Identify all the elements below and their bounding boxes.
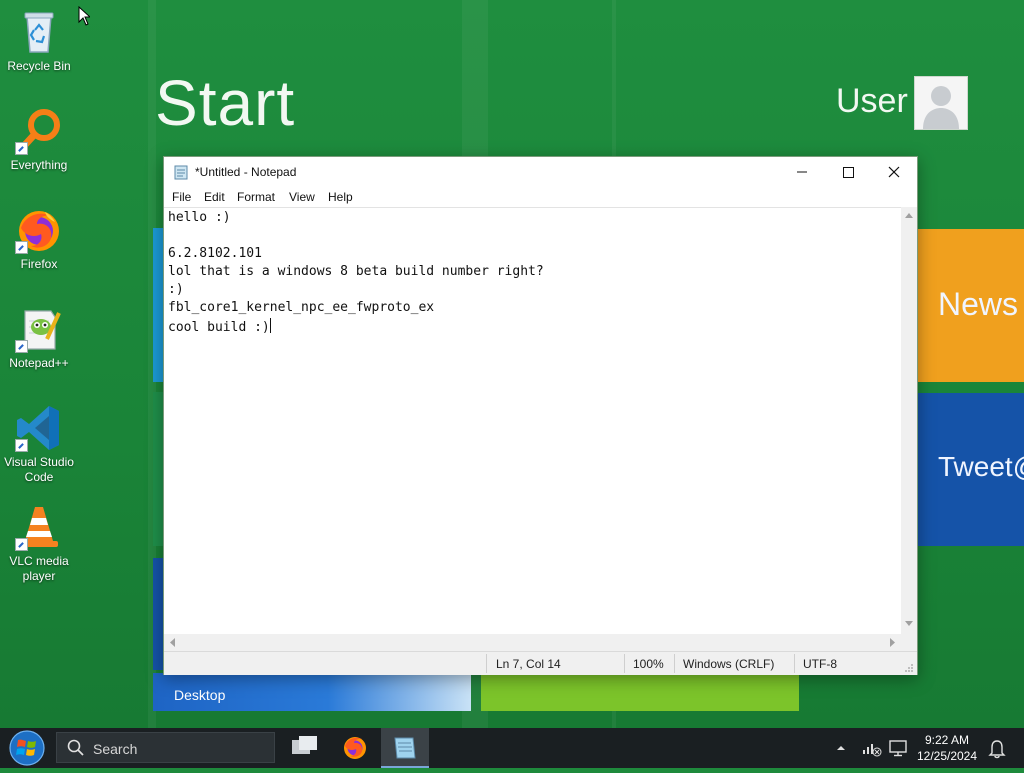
status-divider <box>794 654 795 673</box>
taskbar-firefox[interactable] <box>331 728 379 768</box>
search-box[interactable]: Search <box>56 732 275 763</box>
editor-line: hello :) <box>168 210 231 225</box>
status-zoom: 100% <box>633 657 664 671</box>
notepad-plus-plus-icon <box>15 305 63 353</box>
desktop-icon-label: Visual Studio Code <box>4 455 74 484</box>
search-placeholder: Search <box>93 741 138 757</box>
editor-line: :) <box>168 282 184 297</box>
text-editor-area[interactable]: hello :) 6.2.8102.101 lol that is a wind… <box>164 207 901 635</box>
chevron-up-icon <box>837 746 845 750</box>
desktop-icon-vscode[interactable]: Visual Studio Code <box>4 404 74 485</box>
maximize-icon <box>843 167 854 178</box>
menu-view[interactable]: View <box>289 190 315 204</box>
scroll-left-arrow-icon[interactable] <box>170 638 175 647</box>
status-divider <box>674 654 675 673</box>
minimize-icon <box>797 171 807 173</box>
taskbar-clock[interactable]: 9:22 AM 12/25/2024 <box>912 732 982 764</box>
bell-icon <box>988 740 1006 759</box>
tile-news[interactable]: News <box>916 229 1024 382</box>
desktop-icon-vlc[interactable]: VLC media player <box>4 503 74 584</box>
menu-file[interactable]: File <box>172 190 191 204</box>
editor-line-current: cool build :) <box>168 318 271 335</box>
shortcut-arrow-icon <box>15 340 28 353</box>
visual-studio-code-icon <box>15 404 63 452</box>
scroll-down-arrow-icon[interactable] <box>905 621 913 626</box>
monitor-icon <box>889 740 907 757</box>
start-button[interactable] <box>0 728 52 768</box>
shortcut-arrow-icon <box>15 538 28 551</box>
window-title: *Untitled - Notepad <box>195 165 297 179</box>
status-line-endings: Windows (CRLF) <box>683 657 775 671</box>
task-view-icon <box>292 736 317 754</box>
vertical-scrollbar[interactable] <box>901 207 917 634</box>
tile-desktop-label: Desktop <box>174 687 226 703</box>
menu-help[interactable]: Help <box>328 190 353 204</box>
text-caret <box>269 318 271 333</box>
tile-desktop[interactable]: Desktop <box>153 673 471 711</box>
desktop-icon-label: Everything <box>10 158 68 172</box>
desktop-icon-label: Notepad++ <box>9 356 69 370</box>
firefox-icon <box>15 206 63 254</box>
status-encoding: UTF-8 <box>803 657 837 671</box>
tile-news-label: News <box>938 286 1019 322</box>
clock-time: 9:22 AM <box>924 733 970 747</box>
desktop-icon-label: VLC media player <box>9 554 69 583</box>
resize-grip-icon[interactable] <box>904 662 914 672</box>
tile-tweet[interactable]: Tweet@ <box>916 393 1024 546</box>
task-view-button[interactable] <box>281 728 329 768</box>
user-name[interactable]: User <box>836 82 908 121</box>
desktop-icon-label: Firefox <box>20 257 58 271</box>
editor-line: 6.2.8102.101 <box>168 246 262 261</box>
desktop-icon-notepad-plus-plus[interactable]: Notepad++ <box>4 305 74 371</box>
notepad-app-icon <box>174 164 188 180</box>
horizontal-scrollbar[interactable] <box>164 634 901 651</box>
status-bar: Ln 7, Col 14 100% Windows (CRLF) UTF-8 <box>164 651 917 675</box>
start-title: Start <box>155 67 296 139</box>
notepad-window[interactable]: *Untitled - Notepad File Edit Format Vie… <box>163 156 918 675</box>
everything-search-icon <box>15 107 63 155</box>
network-disconnected-icon <box>863 744 882 757</box>
desktop-icon-everything[interactable]: Everything <box>4 107 74 173</box>
close-button[interactable] <box>871 157 917 187</box>
mouse-cursor-icon <box>78 5 92 26</box>
status-divider <box>624 654 625 673</box>
recycle-bin-icon <box>15 8 63 56</box>
tile-tweet-label: Tweet@ <box>938 451 1024 482</box>
taskbar-notepad[interactable] <box>381 728 429 768</box>
display-status-button[interactable] <box>886 728 910 768</box>
network-status-button[interactable] <box>858 728 884 768</box>
show-hidden-icons-button[interactable] <box>830 728 852 768</box>
status-cursor-position: Ln 7, Col 14 <box>496 657 561 671</box>
desktop-icon-label: Recycle Bin <box>7 59 71 73</box>
desktop-icon-recycle-bin[interactable]: Recycle Bin <box>4 8 74 74</box>
maximize-button[interactable] <box>825 157 871 187</box>
tile-green[interactable] <box>481 673 799 711</box>
firefox-icon <box>344 737 366 759</box>
scroll-up-arrow-icon[interactable] <box>905 213 913 218</box>
editor-line: lol that is a windows 8 beta build numbe… <box>168 264 544 279</box>
shortcut-arrow-icon <box>15 439 28 452</box>
editor-line: fbl_core1_kernel_npc_ee_fwproto_ex <box>168 300 435 315</box>
close-icon <box>888 166 900 178</box>
vlc-cone-icon <box>15 503 63 551</box>
scroll-right-arrow-icon[interactable] <box>890 638 895 647</box>
taskbar: Search 9:22 AM 12/25/2024 <box>0 728 1024 768</box>
notifications-button[interactable] <box>984 728 1010 768</box>
notepad-app-icon <box>394 737 416 759</box>
minimize-button[interactable] <box>779 157 825 187</box>
menu-bar: File Edit Format View Help <box>164 187 917 207</box>
shortcut-arrow-icon <box>15 241 28 254</box>
status-divider <box>486 654 487 673</box>
user-avatar-icon[interactable] <box>914 76 968 130</box>
menu-edit[interactable]: Edit <box>204 190 225 204</box>
menu-format[interactable]: Format <box>237 190 275 204</box>
desktop-icon-firefox[interactable]: Firefox <box>4 206 74 272</box>
editor-line-text: cool build :) <box>168 320 270 335</box>
clock-date: 12/25/2024 <box>916 749 978 763</box>
windows-orb-icon <box>9 730 45 766</box>
shortcut-arrow-icon <box>15 142 28 155</box>
search-icon <box>67 739 84 756</box>
title-bar[interactable]: *Untitled - Notepad <box>164 157 917 187</box>
scrollbar-corner <box>901 634 917 651</box>
